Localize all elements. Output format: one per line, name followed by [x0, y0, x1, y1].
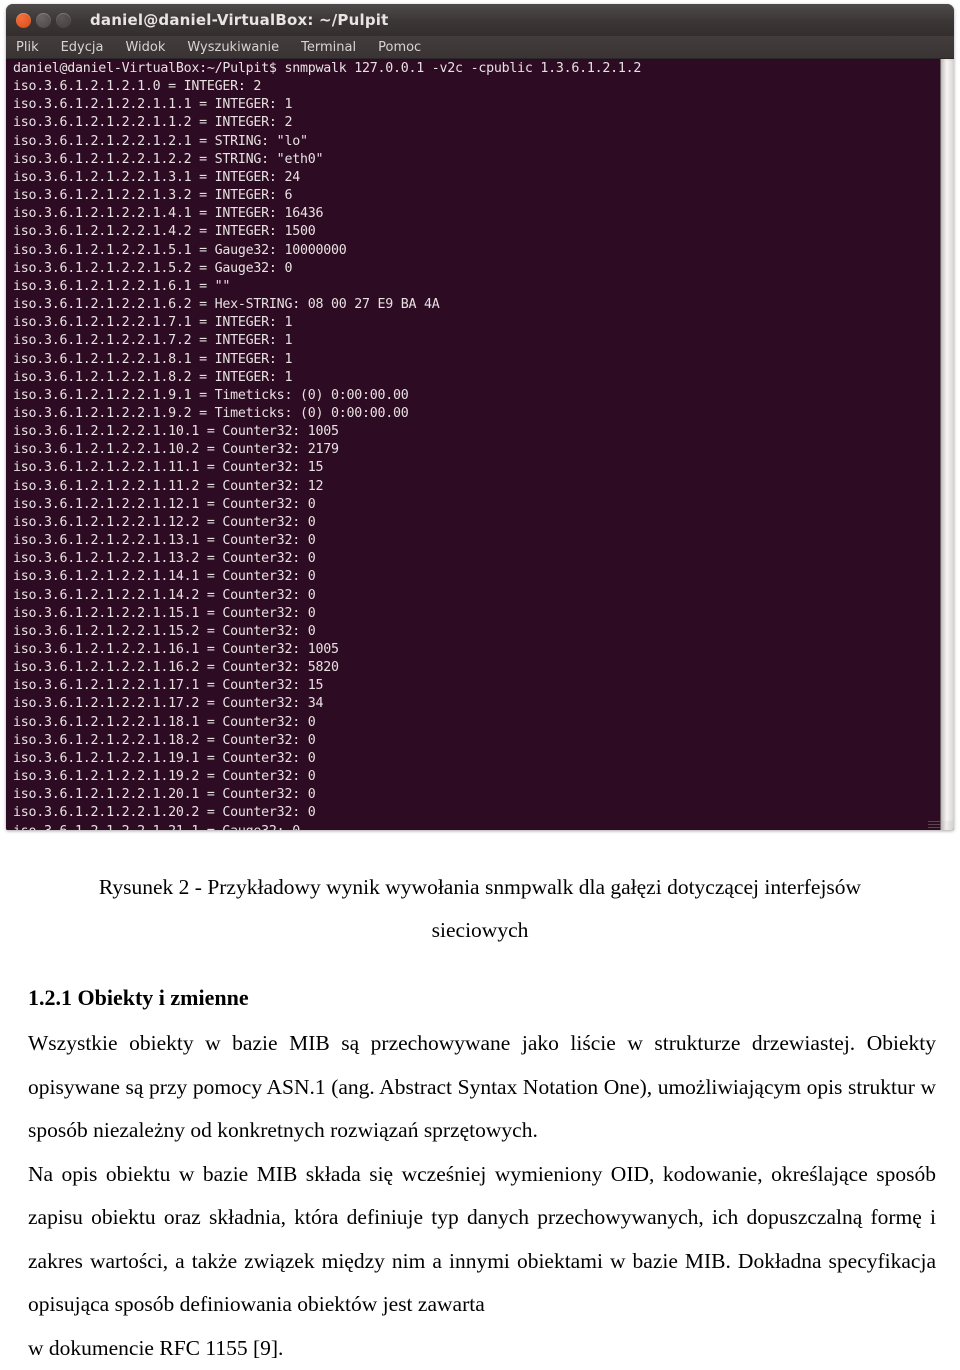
maximize-icon[interactable]: [56, 13, 71, 28]
figure-caption-line-1: Rysunek 2 - Przykładowy wynik wywołania …: [99, 875, 861, 899]
menu-item-terminal[interactable]: Terminal: [301, 40, 356, 55]
terminal-line: iso.3.6.1.2.1.2.2.1.8.1 = INTEGER: 1: [13, 351, 940, 369]
menu-item-plik[interactable]: Plik: [16, 40, 39, 55]
terminal-line: iso.3.6.1.2.1.2.2.1.1.1 = INTEGER: 1: [13, 96, 940, 114]
terminal-line: iso.3.6.1.2.1.2.2.1.15.2 = Counter32: 0: [13, 623, 940, 641]
menu-item-edycja[interactable]: Edycja: [61, 40, 104, 55]
menu-item-wyszukiwanie[interactable]: Wyszukiwanie: [187, 40, 279, 55]
terminal-line: iso.3.6.1.2.1.2.2.1.17.2 = Counter32: 34: [13, 695, 940, 713]
terminal-line: iso.3.6.1.2.1.2.2.1.2.1 = STRING: "lo": [13, 133, 940, 151]
terminal-line: iso.3.6.1.2.1.2.2.1.5.1 = Gauge32: 10000…: [13, 242, 940, 260]
paragraph-opis-obiektu: Na opis obiektu w bazie MIB składa się w…: [0, 1153, 960, 1327]
terminal-line: iso.3.6.1.2.1.2.2.1.16.1 = Counter32: 10…: [13, 641, 940, 659]
terminal-titlebar: daniel@daniel-VirtualBox: ~/Pulpit: [6, 4, 954, 36]
section-heading: 1.2.1 Obiekty i zmienne: [0, 978, 960, 1018]
terminal-line: iso.3.6.1.2.1.2.2.1.10.1 = Counter32: 10…: [13, 423, 940, 441]
figure-caption: Rysunek 2 - Przykładowy wynik wywołania …: [0, 866, 960, 952]
terminal-line: iso.3.6.1.2.1.2.2.1.6.2 = Hex-STRING: 08…: [13, 296, 940, 314]
terminal-line: iso.3.6.1.2.1.2.1.0 = INTEGER: 2: [13, 78, 940, 96]
terminal-line: iso.3.6.1.2.1.2.2.1.17.1 = Counter32: 15: [13, 677, 940, 695]
terminal-line: iso.3.6.1.2.1.2.2.1.11.2 = Counter32: 12: [13, 478, 940, 496]
terminal-line: iso.3.6.1.2.1.2.2.1.14.1 = Counter32: 0: [13, 568, 940, 586]
terminal-scrollbar[interactable]: [940, 59, 954, 830]
terminal-line: iso.3.6.1.2.1.2.2.1.19.2 = Counter32: 0: [13, 768, 940, 786]
terminal-line: iso.3.6.1.2.1.2.2.1.19.1 = Counter32: 0: [13, 750, 940, 768]
terminal-line: iso.3.6.1.2.1.2.2.1.3.2 = INTEGER: 6: [13, 187, 940, 205]
terminal-line: iso.3.6.1.2.1.2.2.1.18.2 = Counter32: 0: [13, 732, 940, 750]
terminal-line: iso.3.6.1.2.1.2.2.1.9.2 = Timeticks: (0)…: [13, 405, 940, 423]
terminal-line: iso.3.6.1.2.1.2.2.1.7.1 = INTEGER: 1: [13, 314, 940, 332]
close-icon[interactable]: [16, 13, 31, 28]
terminal-line: iso.3.6.1.2.1.2.2.1.21.1 = Gauge32: 0: [13, 823, 940, 830]
terminal-line: iso.3.6.1.2.1.2.2.1.13.1 = Counter32: 0: [13, 532, 940, 550]
terminal-scrollbar-thumb[interactable]: [942, 61, 953, 821]
terminal-line: iso.3.6.1.2.1.2.2.1.20.2 = Counter32: 0: [13, 804, 940, 822]
window-title: daniel@daniel-VirtualBox: ~/Pulpit: [90, 11, 388, 29]
paragraph-obiekty-i-zmienne: Wszystkie obiekty w bazie MIB są przecho…: [0, 1022, 960, 1153]
terminal-line: iso.3.6.1.2.1.2.2.1.9.1 = Timeticks: (0)…: [13, 387, 940, 405]
terminal-output-lines: daniel@daniel-VirtualBox:~/Pulpit$ snmpw…: [12, 59, 940, 830]
terminal-line: iso.3.6.1.2.1.2.2.1.10.2 = Counter32: 21…: [13, 441, 940, 459]
paragraph-opis-obiektu-tail: w dokumencie RFC 1155 [9].: [28, 1336, 283, 1360]
figure-caption-line-2: sieciowych: [432, 918, 529, 942]
terminal-line: iso.3.6.1.2.1.2.2.1.12.2 = Counter32: 0: [13, 514, 940, 532]
terminal-line: iso.3.6.1.2.1.2.2.1.16.2 = Counter32: 58…: [13, 659, 940, 677]
terminal-line: iso.3.6.1.2.1.2.2.1.8.2 = INTEGER: 1: [13, 369, 940, 387]
terminal-line: iso.3.6.1.2.1.2.2.1.6.1 = "": [13, 278, 940, 296]
resize-grip-icon[interactable]: [928, 819, 940, 829]
terminal-line: iso.3.6.1.2.1.2.2.1.15.1 = Counter32: 0: [13, 605, 940, 623]
terminal-line: iso.3.6.1.2.1.2.2.1.1.2 = INTEGER: 2: [13, 114, 940, 132]
terminal-line: iso.3.6.1.2.1.2.2.1.2.2 = STRING: "eth0": [13, 151, 940, 169]
terminal-line: iso.3.6.1.2.1.2.2.1.11.1 = Counter32: 15: [13, 459, 940, 477]
paragraph-opis-obiektu-last-line: w dokumencie RFC 1155 [9].: [0, 1327, 960, 1370]
menu-item-pomoc[interactable]: Pomoc: [378, 40, 421, 55]
terminal-line: iso.3.6.1.2.1.2.2.1.3.1 = INTEGER: 24: [13, 169, 940, 187]
terminal-line: iso.3.6.1.2.1.2.2.1.14.2 = Counter32: 0: [13, 587, 940, 605]
terminal-line: iso.3.6.1.2.1.2.2.1.4.2 = INTEGER: 1500: [13, 223, 940, 241]
terminal-line: iso.3.6.1.2.1.2.2.1.12.1 = Counter32: 0: [13, 496, 940, 514]
terminal-window-screenshot: daniel@daniel-VirtualBox: ~/Pulpit Plik …: [6, 4, 954, 830]
terminal-output-area[interactable]: daniel@daniel-VirtualBox:~/Pulpit$ snmpw…: [6, 59, 954, 830]
terminal-menubar: Plik Edycja Widok Wyszukiwanie Terminal …: [6, 36, 954, 59]
terminal-line: iso.3.6.1.2.1.2.2.1.13.2 = Counter32: 0: [13, 550, 940, 568]
terminal-line: iso.3.6.1.2.1.2.2.1.5.2 = Gauge32: 0: [13, 260, 940, 278]
document-text-body: Rysunek 2 - Przykładowy wynik wywołania …: [0, 866, 960, 1370]
terminal-line: iso.3.6.1.2.1.2.2.1.20.1 = Counter32: 0: [13, 786, 940, 804]
terminal-line: iso.3.6.1.2.1.2.2.1.4.1 = INTEGER: 16436: [13, 205, 940, 223]
terminal-line: iso.3.6.1.2.1.2.2.1.7.2 = INTEGER: 1: [13, 332, 940, 350]
terminal-line: daniel@daniel-VirtualBox:~/Pulpit$ snmpw…: [13, 60, 940, 78]
menu-item-widok[interactable]: Widok: [125, 40, 165, 55]
minimize-icon[interactable]: [36, 13, 51, 28]
terminal-line: iso.3.6.1.2.1.2.2.1.18.1 = Counter32: 0: [13, 714, 940, 732]
paragraph-opis-obiektu-main: Na opis obiektu w bazie MIB składa się w…: [28, 1162, 936, 1317]
